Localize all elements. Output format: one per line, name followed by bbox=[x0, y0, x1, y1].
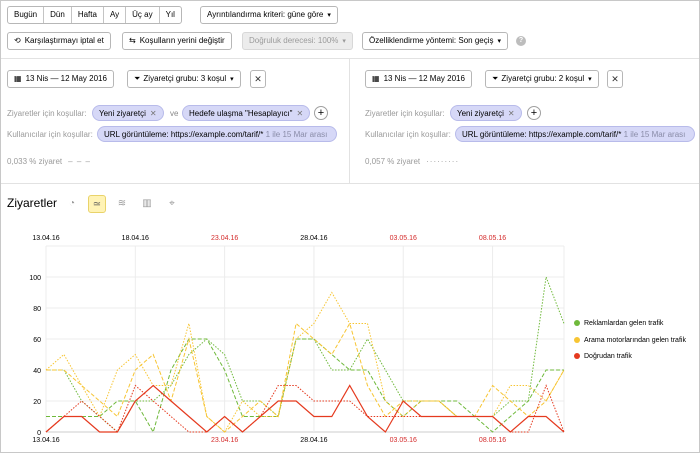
window-frame bbox=[0, 0, 700, 453]
swap-conditions-label: Koşulların yerini değiştir bbox=[139, 36, 225, 45]
swap-conditions-button[interactable]: ⇆ Koşulların yerini değiştir bbox=[122, 32, 232, 50]
legend-item-ads[interactable]: Reklamlardan gelen trafik bbox=[574, 320, 663, 327]
segment2-add-condition-button[interactable]: + bbox=[527, 106, 541, 120]
filter-icon: ⏷ bbox=[134, 74, 141, 83]
cancel-compare-button[interactable]: ⟲ Karşılaştırmayı iptal et bbox=[7, 32, 111, 50]
segment1-add-condition-button[interactable]: + bbox=[314, 106, 328, 120]
segment2-user-tag[interactable]: URL görüntüleme: https://example.com/tar… bbox=[455, 126, 695, 142]
segment1-group-dropdown[interactable]: ⏷ Ziyaretçi grubu: 3 koşul ▾ bbox=[127, 70, 241, 88]
close-icon: ✕ bbox=[254, 74, 262, 84]
tag-label: Hedefe ulaşma "Hesaplayıcı" bbox=[189, 109, 293, 118]
line-chart-icon[interactable]: ≃ bbox=[88, 195, 106, 213]
metric-value: 0,057 % ziyaret bbox=[365, 157, 421, 166]
close-icon[interactable]: ✕ bbox=[150, 109, 157, 118]
area-chart-icon[interactable]: ≋ bbox=[113, 195, 131, 213]
tag-note: 1 ile 15 Mar arası bbox=[265, 130, 328, 139]
plus-icon: + bbox=[317, 107, 325, 119]
segment2-group-label: Ziyaretçi grubu: 2 koşul bbox=[501, 74, 585, 83]
accuracy-label: Doğruluk derecesi: 100% bbox=[249, 36, 339, 45]
tag-label: Yeni ziyaretçi bbox=[99, 109, 146, 118]
divider bbox=[1, 183, 699, 184]
period-week-button[interactable]: Hafta bbox=[72, 7, 104, 23]
segment1-users-label: Kullanıcılar için koşullar: bbox=[7, 130, 93, 139]
segment1-visit-tag-new-visitor[interactable]: Yeni ziyaretçi ✕ bbox=[92, 105, 164, 121]
attribution-dropdown[interactable]: Özelliklendirme yöntemi: Son geçiş ▾ bbox=[362, 32, 509, 50]
tag-label: Yeni ziyaretçi bbox=[457, 109, 504, 118]
bar-chart-icon[interactable]: ▥ bbox=[138, 195, 156, 213]
period-today-button[interactable]: Bugün bbox=[8, 7, 45, 23]
segment1-visits-label: Ziyaretler için koşullar: bbox=[7, 109, 87, 118]
chevron-down-icon: ▾ bbox=[342, 38, 346, 45]
period-quarter-button[interactable]: Üç ay bbox=[126, 7, 160, 23]
period-yesterday-button[interactable]: Dün bbox=[44, 7, 72, 23]
segment-divider bbox=[349, 58, 350, 183]
chevron-down-icon: ▾ bbox=[327, 12, 331, 19]
divider bbox=[1, 58, 699, 59]
metric-line-sample: – – – bbox=[68, 157, 91, 166]
segment2-close-button[interactable]: ✕ bbox=[607, 70, 623, 88]
segment1-visit-tag-goal[interactable]: Hedefe ulaşma "Hesaplayıcı" ✕ bbox=[182, 105, 311, 121]
detail-dropdown-label: Ayrıntılandırma kriteri: güne göre bbox=[207, 10, 324, 19]
segment1-user-tag[interactable]: URL görüntüleme: https://example.com/tar… bbox=[97, 126, 337, 142]
segment2-visit-tag-new-visitor[interactable]: Yeni ziyaretçi ✕ bbox=[450, 105, 522, 121]
segment2-metric: 0,057 % ziyaret ········· bbox=[365, 157, 459, 166]
segment1-date-range-button[interactable]: ▦ 13 Nis — 12 May 2016 bbox=[7, 70, 114, 88]
attribution-label: Özelliklendirme yöntemi: Son geçiş bbox=[369, 36, 494, 45]
period-selector: Bugün Dün Hafta Ay Üç ay Yıl bbox=[7, 6, 182, 24]
segment1-group-label: Ziyaretçi grubu: 3 koşul bbox=[143, 74, 227, 83]
legend-color-swatch bbox=[574, 320, 580, 327]
segment2-date-range: 13 Nis — 12 May 2016 bbox=[383, 74, 465, 83]
help-icon[interactable]: ? bbox=[516, 36, 526, 46]
legend-item-search[interactable]: Arama motorlarından gelen trafik bbox=[574, 337, 686, 344]
filter-icon: ⏷ bbox=[492, 74, 499, 83]
and-word: ve bbox=[170, 109, 179, 118]
close-icon[interactable]: ✕ bbox=[508, 109, 515, 118]
legend-label: Reklamlardan gelen trafik bbox=[584, 320, 664, 327]
chart-title: Ziyaretler bbox=[7, 196, 58, 210]
close-icon: ✕ bbox=[611, 74, 619, 84]
segment2-group-dropdown[interactable]: ⏷ Ziyaretçi grubu: 2 koşul ▾ bbox=[485, 70, 599, 88]
metric-line-sample: ········· bbox=[426, 157, 460, 166]
period-month-button[interactable]: Ay bbox=[104, 7, 127, 23]
legend-color-swatch bbox=[574, 337, 580, 344]
tag-label: URL görüntüleme: https://example.com/tar… bbox=[104, 130, 264, 139]
segment1-metric: 0,033 % ziyaret – – – bbox=[7, 157, 91, 166]
pie-chart-icon[interactable]: ◔ bbox=[63, 195, 81, 213]
tag-note: 1 ile 15 Mar arası bbox=[623, 130, 686, 139]
swap-icon: ⇆ bbox=[129, 36, 136, 45]
segment2-visits-label: Ziyaretler için koşullar: bbox=[365, 109, 445, 118]
legend-item-direct[interactable]: Doğrudan trafik bbox=[574, 353, 632, 360]
segment1-date-range: 13 Nis — 12 May 2016 bbox=[25, 74, 107, 83]
legend-label: Arama motorlarından gelen trafik bbox=[584, 337, 686, 344]
tag-label: URL görüntüleme: https://example.com/tar… bbox=[462, 130, 622, 139]
detail-dropdown[interactable]: Ayrıntılandırma kriteri: güne göre ▾ bbox=[200, 6, 338, 24]
map-icon[interactable]: ⌖ bbox=[163, 195, 181, 213]
period-year-button[interactable]: Yıl bbox=[160, 7, 181, 23]
close-icon[interactable]: ✕ bbox=[297, 109, 304, 118]
refresh-icon: ⟲ bbox=[14, 36, 21, 45]
chevron-down-icon: ▾ bbox=[588, 76, 592, 83]
legend-color-swatch bbox=[574, 353, 580, 360]
calendar-icon: ▦ bbox=[372, 74, 380, 83]
cancel-compare-label: Karşılaştırmayı iptal et bbox=[24, 36, 104, 45]
metric-value: 0,033 % ziyaret bbox=[7, 157, 63, 166]
chevron-down-icon: ▾ bbox=[230, 76, 234, 83]
accuracy-dropdown[interactable]: Doğruluk derecesi: 100% ▾ bbox=[242, 32, 353, 50]
legend-label: Doğrudan trafik bbox=[584, 353, 632, 360]
segment2-users-label: Kullanıcılar için koşullar: bbox=[365, 130, 451, 139]
segment2-date-range-button[interactable]: ▦ 13 Nis — 12 May 2016 bbox=[365, 70, 472, 88]
chevron-down-icon: ▾ bbox=[497, 38, 502, 45]
segment1-close-button[interactable]: ✕ bbox=[250, 70, 266, 88]
calendar-icon: ▦ bbox=[14, 74, 22, 83]
plus-icon: + bbox=[530, 107, 538, 119]
